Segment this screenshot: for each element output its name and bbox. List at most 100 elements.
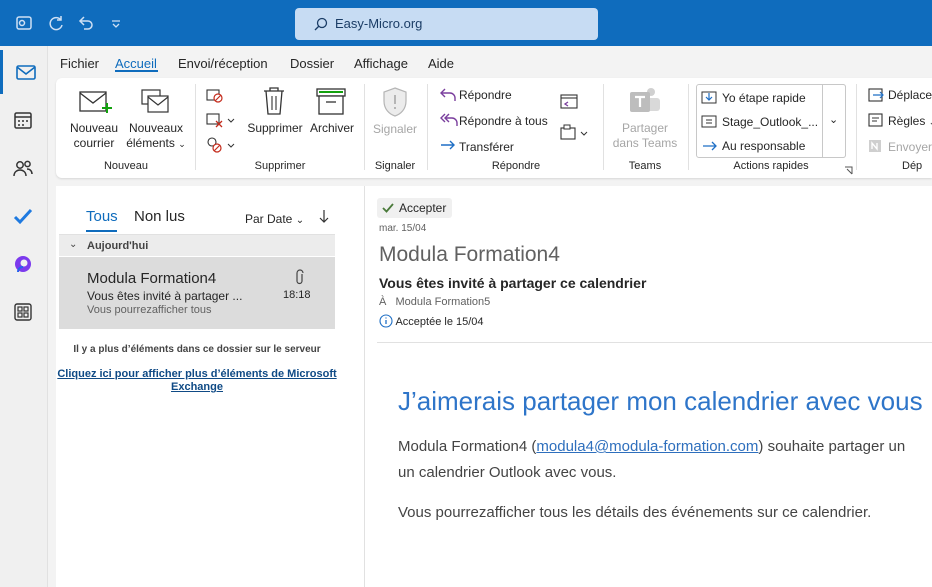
new-items-button[interactable]: Nouveaux éléments ⌄ bbox=[124, 121, 188, 152]
forward-button[interactable]: Transférer bbox=[459, 140, 514, 154]
reply-all-icon bbox=[439, 112, 459, 131]
share-teams-label-2: dans Teams bbox=[612, 136, 678, 150]
new-items-icon bbox=[140, 86, 172, 121]
undo-icon[interactable] bbox=[76, 13, 96, 33]
junk-icon[interactable] bbox=[206, 136, 236, 157]
new-mail-icon bbox=[78, 86, 112, 123]
group-header-today[interactable]: ⌄ Aujourd'hui bbox=[59, 234, 335, 256]
filter-all-tab[interactable]: Tous bbox=[86, 208, 118, 225]
share-teams-button[interactable]: Partager dans Teams bbox=[610, 121, 680, 151]
search-input[interactable]: Easy-Micro.org bbox=[335, 16, 422, 31]
archive-icon bbox=[315, 86, 347, 119]
send-onenote-button[interactable]: Envoyer bbox=[888, 140, 932, 154]
todo-check-icon bbox=[13, 208, 33, 225]
rail-mail[interactable] bbox=[0, 50, 48, 94]
ribbon-separator bbox=[603, 84, 604, 170]
recipient-name[interactable]: Modula Formation5 bbox=[396, 296, 491, 308]
new-mail-button[interactable]: Nouveau courrier bbox=[66, 121, 122, 151]
filter-unread-tab[interactable]: Non lus bbox=[134, 208, 185, 225]
quick-step-icon bbox=[701, 114, 717, 131]
sort-by-button[interactable]: Par Date ⌄ bbox=[245, 212, 304, 226]
server-note: Il y a plus d’éléments dans ce dossier s… bbox=[73, 344, 321, 355]
group-label-delete: Supprimer bbox=[254, 160, 306, 172]
rail-apps[interactable] bbox=[0, 290, 48, 334]
rail-todo[interactable] bbox=[0, 194, 48, 238]
group-today-label: Aujourd'hui bbox=[87, 240, 149, 252]
menu-bar: Fichier Accueil Envoi/réception Dossier … bbox=[48, 46, 932, 78]
share-teams-label-1: Partager bbox=[621, 121, 669, 135]
new-mail-label-1: Nouveau bbox=[69, 121, 119, 135]
delete-icon bbox=[262, 86, 286, 119]
rail-people[interactable] bbox=[0, 146, 48, 190]
quick-steps-expand-button[interactable]: ⌄ bbox=[822, 84, 846, 158]
report-button[interactable]: Signaler bbox=[368, 122, 422, 137]
mail-subject: Vous êtes invité à partager ... bbox=[87, 289, 243, 303]
message-sender[interactable]: Modula Formation4 bbox=[379, 243, 560, 267]
outlook-app-icon bbox=[14, 13, 34, 33]
cleanup-icon[interactable] bbox=[206, 112, 236, 131]
quick-step-2[interactable]: Stage_Outlook_... bbox=[722, 115, 818, 129]
move-button[interactable]: Déplace bbox=[888, 88, 932, 102]
app-rail bbox=[0, 46, 48, 587]
message-subject: Vous êtes invité à partager ce calendrie… bbox=[379, 275, 647, 291]
quick-step-3[interactable]: Au responsable bbox=[722, 139, 805, 153]
accept-button[interactable]: Accepter bbox=[377, 198, 453, 218]
rail-copilot[interactable] bbox=[0, 242, 48, 286]
group-label-new: Nouveau bbox=[103, 160, 149, 172]
info-icon bbox=[379, 314, 393, 328]
ignore-icon[interactable] bbox=[206, 88, 224, 107]
message-heading: J’aimerais partager mon calendrier avec … bbox=[398, 386, 923, 416]
tab-fichier[interactable]: Fichier bbox=[60, 56, 99, 71]
mail-icon bbox=[16, 65, 36, 80]
quick-step-1[interactable]: Yo étape rapide bbox=[722, 91, 806, 105]
more-respond-icon[interactable] bbox=[559, 124, 589, 145]
dialog-launcher-icon[interactable] bbox=[844, 164, 853, 178]
reply-all-button[interactable]: Répondre à tous bbox=[459, 114, 548, 128]
group-label-report: Signaler bbox=[374, 160, 416, 172]
body1-post: ) souhaite partager un bbox=[758, 438, 906, 455]
message-body-line-2: un calendrier Outlook avec vous. bbox=[398, 464, 617, 481]
reply-icon bbox=[439, 87, 457, 106]
ribbon-separator bbox=[195, 84, 196, 170]
onenote-icon bbox=[867, 138, 885, 157]
new-mail-label-2: courrier bbox=[73, 136, 115, 150]
header-divider bbox=[377, 342, 932, 343]
rules-button[interactable]: Règles ⌄ bbox=[888, 114, 932, 128]
search-box[interactable]: Easy-Micro.org bbox=[295, 8, 598, 40]
new-items-label-2-text: éléments bbox=[126, 136, 175, 150]
message-body-line-3: Vous pourrezafficher tous les détails de… bbox=[398, 504, 872, 521]
teams-icon bbox=[627, 86, 663, 119]
group-label-move: Dép bbox=[902, 160, 923, 172]
message-recipient: À Modula Formation5 bbox=[379, 296, 490, 308]
message-date: mar. 15/04 bbox=[379, 223, 427, 234]
more-items-link[interactable]: Cliquez ici pour afficher plus d’élément… bbox=[56, 368, 338, 394]
meeting-reply-icon[interactable] bbox=[559, 92, 579, 113]
acceptance-status: Acceptée le 15/04 bbox=[379, 314, 484, 328]
tab-affichage[interactable]: Affichage bbox=[354, 56, 408, 71]
list-item[interactable]: Modula Formation4 Vous êtes invité à par… bbox=[59, 257, 335, 329]
tab-dossier[interactable]: Dossier bbox=[290, 56, 334, 71]
sync-icon[interactable] bbox=[46, 13, 66, 33]
archive-button[interactable]: Archiver bbox=[306, 121, 358, 136]
sort-direction-icon[interactable] bbox=[318, 208, 330, 227]
tab-envoi-reception[interactable]: Envoi/réception bbox=[178, 56, 268, 71]
chevron-down-icon: ⌄ bbox=[295, 215, 305, 226]
rail-calendar[interactable] bbox=[0, 98, 48, 142]
forward-to-manager-icon bbox=[701, 139, 719, 156]
quick-step-icon bbox=[701, 90, 717, 107]
reply-button[interactable]: Répondre bbox=[459, 88, 512, 102]
customize-toolbar-icon[interactable] bbox=[106, 13, 126, 33]
active-tab-indicator bbox=[115, 70, 158, 72]
forward-icon bbox=[439, 138, 457, 155]
collapse-chevron-icon: ⌄ bbox=[69, 239, 78, 250]
ribbon-separator bbox=[364, 84, 365, 170]
reading-pane: Accepter mar. 15/04 Modula Formation4 Vo… bbox=[364, 186, 932, 587]
delete-button[interactable]: Supprimer bbox=[244, 121, 306, 136]
sender-email-link[interactable]: modula4@modula-formation.com bbox=[536, 438, 758, 455]
ribbon-separator bbox=[856, 84, 857, 170]
ribbon-separator bbox=[427, 84, 428, 170]
group-label-reply: Répondre bbox=[491, 160, 541, 172]
tab-accueil[interactable]: Accueil bbox=[115, 56, 157, 71]
tab-aide[interactable]: Aide bbox=[428, 56, 454, 71]
apps-icon bbox=[14, 303, 32, 321]
